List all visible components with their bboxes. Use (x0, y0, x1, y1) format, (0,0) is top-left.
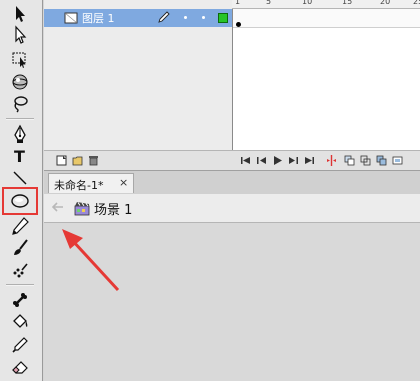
stage-area[interactable] (44, 223, 420, 381)
document-tab[interactable]: 未命名-1* × (48, 173, 134, 193)
frame-row[interactable] (233, 9, 420, 28)
lasso-tool[interactable] (8, 94, 32, 114)
bone-tool-icon (13, 293, 27, 307)
visibility-dot[interactable] (184, 16, 187, 19)
outline-color-swatch[interactable] (218, 13, 228, 23)
ruler-tick: 25 (413, 0, 420, 6)
new-layer-icon[interactable] (56, 155, 67, 166)
last-frame-icon[interactable] (304, 155, 315, 166)
pencil-icon (158, 11, 170, 23)
new-folder-icon[interactable] (72, 155, 83, 166)
first-frame-icon[interactable] (240, 155, 251, 166)
frames-area[interactable] (232, 9, 420, 150)
eyedropper-tool-icon (12, 337, 28, 353)
document-tab-title: 未命名-1* (54, 179, 104, 192)
eraser-tool[interactable] (8, 357, 32, 377)
layer-icon (64, 12, 78, 24)
lasso-tool-icon (14, 96, 28, 113)
modify-markers-icon[interactable] (392, 155, 403, 166)
oval-tool-icon (11, 194, 29, 208)
pen-tool-icon (14, 124, 26, 143)
oval-tool[interactable] (8, 191, 32, 211)
document-tab-bar: 未命名-1* × (44, 170, 420, 195)
brush-tool[interactable] (8, 238, 32, 258)
delete-layer-icon[interactable] (88, 155, 99, 166)
line-tool[interactable] (8, 168, 32, 188)
center-frame-icon[interactable] (326, 155, 337, 166)
ruler-tick: 5 (266, 0, 272, 6)
timeline-panel: 1 5 10 15 20 25 图层 1 (44, 0, 420, 171)
selection-tool-icon (16, 6, 25, 22)
subselection-tool[interactable] (8, 25, 32, 45)
scene-label[interactable]: 场景 1 (94, 199, 132, 218)
keyframe[interactable] (236, 22, 241, 27)
deco-tool[interactable] (8, 260, 32, 280)
play-icon[interactable] (272, 155, 283, 166)
3d-rotation-tool[interactable] (8, 72, 32, 92)
svg-text:T: T (14, 147, 25, 166)
text-tool[interactable]: T (8, 146, 32, 166)
paint-bucket-tool[interactable] (8, 312, 32, 332)
lock-dot[interactable] (202, 16, 205, 19)
pencil-tool-icon (12, 217, 29, 235)
eyedropper-tool[interactable] (8, 335, 32, 355)
close-tab-icon[interactable]: × (119, 176, 128, 189)
ruler-tick: 10 (302, 0, 313, 6)
free-transform-tool-icon (12, 52, 26, 68)
pencil-tool[interactable] (8, 216, 32, 236)
next-frame-icon[interactable] (288, 155, 299, 166)
edit-bar: 场景 1 (44, 194, 420, 223)
deco-tool-icon (13, 263, 28, 278)
3d-rotation-tool-icon (12, 74, 28, 90)
frame-ruler: 1 5 10 15 20 25 (232, 0, 420, 9)
edit-multiple-frames-icon[interactable] (376, 155, 387, 166)
onion-skin-icon[interactable] (344, 155, 355, 166)
layer-row[interactable]: 图层 1 (44, 9, 232, 27)
eraser-tool-icon (12, 361, 28, 374)
ruler-tick: 1 (235, 0, 241, 6)
line-tool-icon (13, 171, 27, 185)
timeline-controls (44, 150, 420, 171)
paint-bucket-tool-icon (13, 314, 28, 328)
ruler-tick: 20 (380, 0, 391, 6)
onion-skin-outlines-icon[interactable] (360, 155, 371, 166)
pen-tool[interactable] (8, 124, 32, 144)
previous-frame-icon[interactable] (256, 155, 267, 166)
ruler-tick: 15 (342, 0, 353, 6)
selection-tool[interactable] (8, 4, 32, 24)
free-transform-tool[interactable] (8, 49, 32, 69)
bone-tool[interactable] (8, 290, 32, 310)
subselection-tool-icon (15, 25, 27, 44)
brush-tool-icon (14, 239, 28, 255)
layer-name[interactable]: 图层 1 (82, 10, 115, 26)
text-tool-icon: T (14, 147, 25, 166)
layers-area (44, 27, 233, 150)
scene-icon (74, 202, 90, 216)
tools-panel: T (0, 0, 43, 381)
back-arrow-icon[interactable] (52, 202, 64, 212)
